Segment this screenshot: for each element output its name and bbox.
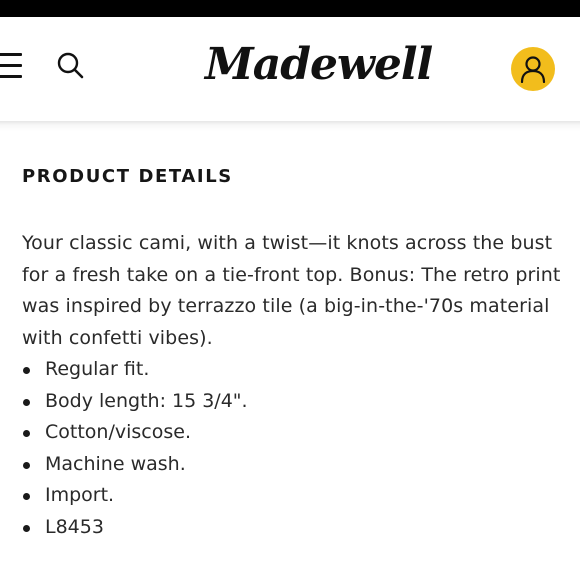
site-header: Madewell xyxy=(0,17,580,121)
list-item-text: Machine wash. xyxy=(45,452,186,475)
list-item: Regular fit. xyxy=(22,354,248,386)
bullet-icon xyxy=(23,524,30,532)
list-item: Cotton/viscose. xyxy=(22,417,248,449)
list-item-text: Cotton/viscose. xyxy=(45,421,191,443)
status-bar xyxy=(0,0,580,17)
bullet-icon xyxy=(23,461,30,469)
user-icon xyxy=(520,56,546,83)
product-detail-list: Regular fit. Body length: 15 3/4". Cotto… xyxy=(22,354,248,543)
account-button[interactable] xyxy=(511,47,555,91)
bullet-icon xyxy=(23,367,30,374)
hamburger-menu-icon[interactable] xyxy=(0,53,22,79)
list-item-text: Import. xyxy=(45,484,115,506)
list-item-text: Regular fit. xyxy=(45,358,150,380)
bullet-icon xyxy=(23,493,30,500)
list-item: Machine wash. xyxy=(22,449,248,481)
section-title: PRODUCT DETAILS xyxy=(22,166,233,187)
bullet-icon xyxy=(23,398,30,406)
brand-logo[interactable]: Madewell xyxy=(205,35,433,95)
product-description: Your classic cami, with a twist—it knots… xyxy=(22,232,561,349)
header-divider xyxy=(0,121,580,131)
bullet-icon xyxy=(23,430,30,437)
list-item-text: Body length: 15 3/4". xyxy=(45,389,248,412)
list-item-text: L8453 xyxy=(45,515,104,538)
list-item: L8453 xyxy=(22,512,248,544)
list-item: Body length: 15 3/4". xyxy=(22,386,248,418)
list-item: Import. xyxy=(22,480,248,512)
search-icon[interactable] xyxy=(55,50,87,82)
